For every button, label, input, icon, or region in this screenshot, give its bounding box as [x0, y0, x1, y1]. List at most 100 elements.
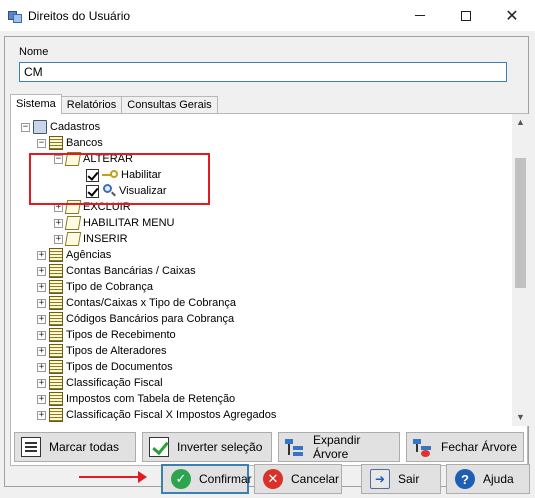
scroll-down-icon[interactable]: ▼ — [512, 409, 529, 426]
fechar-arvore-button[interactable]: Fechar Árvore — [406, 432, 524, 462]
tree-node-item[interactable]: + Contas/Caixas x Tipo de Cobrança — [37, 295, 236, 311]
document-icon — [49, 408, 63, 422]
document-icon — [49, 344, 63, 358]
expand-icon[interactable]: + — [54, 234, 63, 244]
expand-icon[interactable]: + — [37, 314, 46, 324]
button-label: Fechar Árvore — [441, 440, 518, 454]
tab-strip: Sistema Relatórios Consultas Gerais — [10, 94, 218, 114]
tree-node-bancos[interactable]: − Bancos — [37, 135, 103, 151]
document-icon — [49, 248, 63, 262]
tree-node-item[interactable]: + Classificação Fiscal — [37, 375, 163, 391]
tab-consultas-gerais[interactable]: Consultas Gerais — [121, 96, 218, 114]
tab-sistema[interactable]: Sistema — [10, 94, 62, 114]
main-frame: Nome CM Sistema Relatórios Consultas Ger… — [4, 36, 529, 487]
tree-node-label: Tipos de Alteradores — [66, 345, 167, 357]
tree-node-item[interactable]: + Tipo de Cobrança — [37, 279, 153, 295]
tree-node-label: Agências — [66, 249, 112, 261]
button-label: Expandir Árvore — [313, 433, 361, 461]
permission-icon — [64, 216, 82, 230]
footer-bar: ✓ Confirmar ✕ Cancelar ➜ Sair ? Ajuda — [1, 464, 534, 497]
tree-scrollbar[interactable]: ▲ ▼ — [512, 114, 529, 426]
tree-node-label: Classificação Fiscal — [66, 377, 163, 389]
name-input[interactable]: CM — [19, 62, 507, 82]
tree-node-label: Códigos Bancários para Cobrança — [66, 313, 235, 325]
document-icon — [49, 376, 63, 390]
tree-node-item[interactable]: + Tipos de Recebimento — [37, 327, 176, 343]
document-icon — [49, 136, 63, 150]
close-icon: ✕ — [505, 7, 519, 25]
expandir-arvore-button[interactable]: Expandir Árvore — [278, 432, 400, 462]
computer-icon — [33, 120, 47, 134]
scroll-up-icon[interactable]: ▲ — [512, 114, 529, 131]
checklist-icon — [21, 437, 41, 457]
tree-node-inserir[interactable]: + INSERIR — [54, 231, 128, 247]
marcar-todas-button[interactable]: Marcar todas — [14, 432, 136, 462]
tree-node-label: Classificação Fiscal X Impostos Agregado… — [66, 409, 277, 421]
minimize-button[interactable] — [397, 0, 443, 31]
button-label: Sair — [398, 472, 420, 486]
expand-icon[interactable]: + — [37, 410, 46, 420]
tree-node-habilitar-menu[interactable]: + HABILITAR MENU — [54, 215, 174, 231]
button-label: Confirmar — [199, 472, 252, 486]
confirm-icon: ✓ — [171, 469, 191, 489]
document-icon — [49, 328, 63, 342]
scroll-thumb[interactable] — [515, 158, 526, 288]
expand-icon[interactable]: + — [37, 362, 46, 372]
document-icon — [49, 360, 63, 374]
expand-icon[interactable]: + — [37, 298, 46, 308]
tree-action-bar: Marcar todas Inverter seleção Expandir Á… — [14, 432, 526, 462]
cancel-icon: ✕ — [263, 469, 283, 489]
ajuda-button[interactable]: ? Ajuda — [446, 464, 530, 494]
tree-node-item[interactable]: + Contas Bancárias / Caixas — [37, 263, 196, 279]
expand-icon[interactable]: + — [37, 378, 46, 388]
tree-node-label: Contas/Caixas x Tipo de Cobrança — [66, 297, 236, 309]
document-icon — [49, 312, 63, 326]
expand-icon[interactable]: + — [54, 218, 63, 228]
confirmar-button[interactable]: ✓ Confirmar — [161, 464, 252, 494]
expand-icon[interactable]: + — [37, 394, 46, 404]
check-icon — [149, 437, 169, 457]
arrow-annotation — [79, 471, 147, 483]
cancelar-button[interactable]: ✕ Cancelar — [254, 464, 342, 494]
maximize-icon — [461, 10, 471, 21]
exit-door-icon: ➜ — [370, 469, 390, 489]
permissions-tree[interactable]: − Cadastros − Bancos − ALTERAR Habilitar… — [18, 117, 512, 427]
expand-icon[interactable]: + — [37, 330, 46, 340]
tree-node-item[interactable]: + Códigos Bancários para Cobrança — [37, 311, 234, 327]
tab-relatorios[interactable]: Relatórios — [60, 96, 123, 114]
app-icon — [8, 9, 22, 23]
button-label: Inverter seleção — [177, 440, 263, 454]
minimize-icon — [415, 15, 425, 16]
window-title: Direitos do Usuário — [28, 8, 131, 23]
highlight-annotation — [29, 153, 210, 205]
button-label: Marcar todas — [49, 440, 120, 454]
tree-node-label: INSERIR — [83, 233, 128, 245]
document-icon — [49, 264, 63, 278]
tree-node-label: Tipos de Recebimento — [66, 329, 176, 341]
tree-node-item[interactable]: + Impostos com Tabela de Retenção — [37, 391, 235, 407]
tree-node-item[interactable]: + Classificação Fiscal X Impostos Agregad… — [37, 407, 276, 423]
document-icon — [49, 392, 63, 406]
inverter-selecao-button[interactable]: Inverter seleção — [142, 432, 272, 462]
button-label: Ajuda — [483, 472, 514, 486]
expand-icon[interactable]: + — [37, 282, 46, 292]
maximize-button[interactable] — [443, 0, 489, 31]
collapse-icon[interactable]: − — [21, 122, 30, 132]
tree-node-item[interactable]: + Tipos de Alteradores — [37, 343, 166, 359]
expand-icon[interactable]: + — [37, 266, 46, 276]
name-label: Nome — [19, 46, 49, 58]
tree-node-label: Tipos de Documentos — [66, 361, 173, 373]
expand-tree-icon — [285, 437, 305, 457]
expand-icon[interactable]: + — [37, 250, 46, 260]
tree-node-cadastros[interactable]: − Cadastros — [21, 119, 100, 135]
collapse-icon[interactable]: − — [37, 138, 46, 148]
expand-icon[interactable]: + — [37, 346, 46, 356]
document-icon — [49, 280, 63, 294]
collapse-tree-icon — [413, 437, 433, 457]
dialog-body: Nome CM Sistema Relatórios Consultas Ger… — [1, 31, 534, 497]
button-label: Cancelar — [291, 472, 340, 486]
close-button[interactable]: ✕ — [489, 0, 535, 31]
tree-node-item[interactable]: + Tipos de Documentos — [37, 359, 173, 375]
tree-node-item[interactable]: + Agências — [37, 247, 111, 263]
sair-button[interactable]: ➜ Sair — [361, 464, 441, 494]
